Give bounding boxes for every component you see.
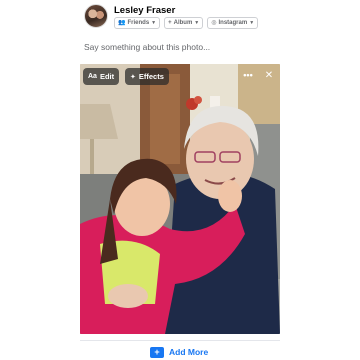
audience-label: Friends (127, 20, 150, 26)
instagram-icon: ◎ (211, 20, 217, 26)
chevron-down-icon: ▼ (194, 20, 200, 26)
audience-chips: 👥 Friends ▼ + Album ▼ ◎ Instagram ▼ (114, 17, 259, 29)
edit-label: Edit (99, 72, 115, 81)
edit-photo-button[interactable]: Aa Edit (83, 68, 120, 85)
user-name: Lesley Fraser (114, 5, 176, 16)
effects-button[interactable]: ✦ Effects (125, 68, 169, 85)
audience-selector[interactable]: 👥 Friends ▼ (114, 17, 161, 29)
create-post-screen: Lesley Fraser 👥 Friends ▼ + Album ▼ ◎ In… (0, 0, 360, 360)
album-selector[interactable]: + Album ▼ (164, 17, 204, 29)
more-options-button[interactable]: ••• (240, 68, 256, 84)
instagram-selector[interactable]: ◎ Instagram ▼ (207, 17, 259, 29)
album-label: Album (173, 20, 193, 26)
instagram-label: Instagram (218, 20, 248, 26)
divider (80, 340, 280, 341)
more-horizontal-icon: ••• (243, 70, 253, 80)
close-icon: ✕ (264, 70, 274, 81)
add-photo-icon: + (150, 346, 164, 358)
avatar (84, 4, 108, 28)
plus-icon: + (168, 20, 172, 26)
chevron-down-icon: ▼ (249, 20, 255, 26)
add-more-label: Add More (169, 347, 209, 357)
photo-illustration (80, 64, 280, 334)
remove-photo-button[interactable]: ✕ (261, 68, 277, 84)
chevron-down-icon: ▼ (151, 20, 157, 26)
add-more-button[interactable]: + Add More (150, 344, 208, 360)
sparkle-icon: ✦ (130, 73, 136, 81)
friends-icon: 👥 (118, 20, 126, 26)
effects-label: Effects (138, 72, 164, 81)
text-format-icon: Aa (88, 73, 97, 80)
composer-input[interactable]: Say something about this photo... (84, 42, 210, 52)
post-photo[interactable] (80, 64, 280, 334)
